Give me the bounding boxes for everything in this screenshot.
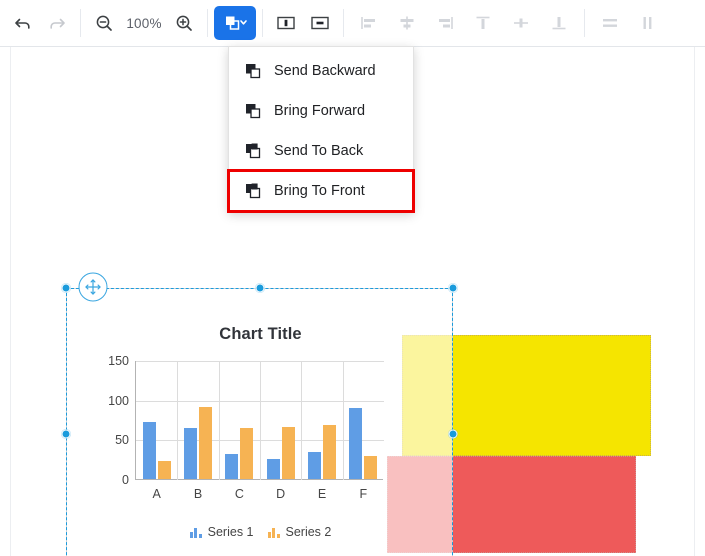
legend-item: Series 1 xyxy=(189,525,254,539)
toolbar-group-zoom: 100% xyxy=(81,0,207,47)
zoom-in-icon xyxy=(176,15,192,31)
toolbar: 100% xyxy=(0,0,705,47)
arrange-icon xyxy=(226,16,247,30)
redo-icon xyxy=(50,18,65,29)
align-top-icon xyxy=(476,16,490,29)
distribute-horizontal-button[interactable] xyxy=(591,6,629,40)
chart-x-tick-label: A xyxy=(152,487,161,501)
align-right-button[interactable] xyxy=(426,6,464,40)
toolbar-group-distribute xyxy=(585,0,673,47)
distribute-vertical-button[interactable] xyxy=(629,6,667,40)
chart-y-tick-label: 50 xyxy=(115,433,129,448)
arrange-dropdown-menu: Send Backward Bring Forward Send To Back Br… xyxy=(227,46,415,213)
chart-x-tick-label: B xyxy=(193,487,203,501)
chart-bar xyxy=(142,421,156,479)
chart-x-tick-label: F xyxy=(359,487,368,501)
menu-item-label: Bring To Front xyxy=(274,183,365,199)
chart-gridline xyxy=(301,361,303,480)
align-right-icon xyxy=(439,17,453,29)
legend-item: Series 2 xyxy=(267,525,332,539)
chart-bar xyxy=(266,459,280,479)
toolbar-group-grouping xyxy=(263,0,343,47)
legend-label: Series 2 xyxy=(285,525,332,539)
chart-bar xyxy=(157,460,171,479)
canvas-right-margin xyxy=(694,47,705,556)
bring-to-front-icon xyxy=(243,181,263,201)
align-center-button[interactable] xyxy=(388,6,426,40)
chart-bar xyxy=(308,452,321,479)
group-button[interactable] xyxy=(269,6,303,40)
send-to-back-icon xyxy=(243,141,263,161)
chart-x-tick-label: D xyxy=(276,487,286,501)
chart-plot-area: 0 50 100 150 A B C D E F xyxy=(108,354,384,501)
chart-legend: Series 1 Series 2 xyxy=(67,525,454,539)
chart-bar xyxy=(184,428,197,479)
menu-item-bring-forward[interactable]: Bring Forward xyxy=(229,91,413,131)
menu-item-label: Send To Back xyxy=(274,143,364,159)
arrange-button[interactable] xyxy=(214,6,256,40)
align-middle-icon xyxy=(514,18,528,28)
chart-gridline xyxy=(342,361,344,480)
chart-bar xyxy=(323,425,336,479)
chart-bar xyxy=(364,456,378,479)
canvas-left-margin xyxy=(0,47,11,556)
undo-button[interactable] xyxy=(6,6,40,40)
distribute-horizontal-icon xyxy=(603,19,617,27)
align-middle-button[interactable] xyxy=(502,6,540,40)
align-center-icon xyxy=(400,16,414,30)
chart-bar xyxy=(281,427,295,479)
distribute-vertical-icon xyxy=(643,17,652,29)
toolbar-group-arrange xyxy=(208,0,262,47)
chart-bar xyxy=(225,454,239,479)
chart-y-tick-label: 0 xyxy=(122,473,129,487)
undo-icon xyxy=(15,18,30,29)
align-left-icon xyxy=(361,17,375,29)
chart-y-tick-label: 100 xyxy=(108,393,129,408)
chart-bar xyxy=(199,406,212,479)
chart-title: Chart Title xyxy=(219,325,302,343)
menu-item-bring-to-front[interactable]: Bring To Front xyxy=(227,169,415,213)
align-top-button[interactable] xyxy=(464,6,502,40)
ungroup-icon xyxy=(311,16,329,30)
chart-x-tick-label: C xyxy=(234,487,244,501)
chart-bar xyxy=(240,428,254,479)
menu-item-send-backward[interactable]: Send Backward xyxy=(229,51,413,91)
legend-label: Series 1 xyxy=(207,525,254,539)
chart-gridline xyxy=(260,361,261,480)
zoom-out-icon xyxy=(96,15,112,31)
toolbar-group-align xyxy=(344,0,584,47)
chart-bar xyxy=(349,407,363,479)
chart: Chart Title 0 50 100 150 A B C D E F Series 1 Seri… xyxy=(67,289,452,556)
menu-item-label: Send Backward xyxy=(274,63,376,79)
bar-chart-icon xyxy=(267,527,280,538)
align-left-button[interactable] xyxy=(350,6,388,40)
align-bottom-icon xyxy=(552,17,566,30)
ungroup-button[interactable] xyxy=(303,6,337,40)
zoom-out-button[interactable] xyxy=(87,6,121,40)
redo-button[interactable] xyxy=(40,6,74,40)
group-icon xyxy=(277,16,295,30)
send-backward-icon xyxy=(243,61,263,81)
chart-x-tick-label: E xyxy=(317,487,327,501)
toolbar-group-history xyxy=(0,0,80,47)
zoom-level-label: 100% xyxy=(126,15,162,31)
chart-object[interactable]: Chart Title 0 50 100 150 A B C D E F Series 1 Seri… xyxy=(66,288,453,556)
bring-forward-icon xyxy=(243,101,263,121)
chart-y-tick-label: 150 xyxy=(108,354,129,368)
chart-gridline xyxy=(218,361,220,480)
zoom-in-button[interactable] xyxy=(167,6,201,40)
menu-item-send-to-back[interactable]: Send To Back xyxy=(229,131,413,171)
chart-gridline xyxy=(177,361,179,480)
align-bottom-button[interactable] xyxy=(540,6,578,40)
bar-chart-icon xyxy=(189,527,202,538)
menu-item-label: Bring Forward xyxy=(274,103,366,119)
